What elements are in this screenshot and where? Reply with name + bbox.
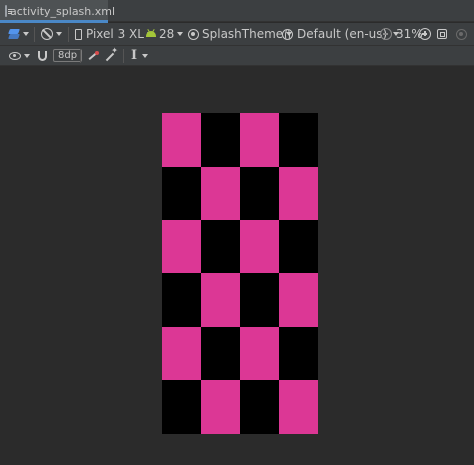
design-surface-icon <box>8 29 20 39</box>
device-label: Pixel 3 XL <box>86 27 144 41</box>
phone-icon <box>75 28 82 40</box>
preview-tile-black <box>240 167 279 220</box>
api-level-selector[interactable]: 28 <box>146 23 184 45</box>
preview-tile-black <box>162 380 201 434</box>
preview-tile-black <box>279 327 318 380</box>
chevron-down-icon <box>177 32 184 36</box>
preview-tile-pink <box>279 380 318 434</box>
globe-icon <box>282 28 293 40</box>
preview-tile-pink <box>279 167 318 220</box>
orientation-button[interactable] <box>41 23 62 45</box>
preview-tile-pink <box>162 220 201 273</box>
layout-editor: activity_splash.xml Pixel 3 XL 28 Splash… <box>0 0 474 465</box>
preview-tile-black <box>162 167 201 220</box>
preview-tile-black <box>279 113 318 167</box>
toolbar-divider <box>68 27 69 42</box>
preview-tile-black <box>162 273 201 327</box>
zoom-in-button[interactable] <box>419 23 431 45</box>
preview-tile-black <box>240 380 279 434</box>
preview-tile-pink <box>201 380 240 434</box>
android-icon <box>146 31 156 37</box>
preview-tile-pink <box>279 273 318 327</box>
design-surface-button[interactable] <box>8 23 29 45</box>
preview-tile-pink <box>201 167 240 220</box>
tab-title: activity_splash.xml <box>10 4 116 18</box>
preview-tile-pink <box>240 113 279 167</box>
toolbar-divider <box>123 49 124 63</box>
clear-constraints-button[interactable] <box>87 46 99 65</box>
view-options-button[interactable] <box>9 46 30 65</box>
preview-tile-pink <box>162 327 201 380</box>
constraint-toolbar: 8dp I <box>0 46 474 66</box>
design-toolbar: Pixel 3 XL 28 SplashTheme Default (en-us… <box>0 23 474 46</box>
no-rotate-icon <box>41 28 53 40</box>
refresh-button[interactable] <box>456 23 467 45</box>
infer-constraints-button[interactable] <box>104 46 118 65</box>
eye-icon <box>9 51 21 60</box>
device-selector[interactable]: Pixel 3 XL <box>75 23 153 45</box>
zoom-in-icon <box>419 28 431 40</box>
api-level-label: 28 <box>159 27 175 41</box>
preview-tile-black <box>201 113 240 167</box>
clear-constraints-icon <box>87 50 99 62</box>
magnet-icon <box>38 50 47 61</box>
text-cursor-icon: I <box>131 48 138 63</box>
zoom-out-button[interactable] <box>380 23 392 45</box>
theme-icon <box>188 28 199 40</box>
zoom-fit-button[interactable] <box>437 23 447 45</box>
preview-tile-black <box>201 327 240 380</box>
refresh-icon <box>456 28 467 40</box>
editor-tab-bar: activity_splash.xml <box>0 0 474 23</box>
preview-tile-black <box>279 220 318 273</box>
default-margin-button[interactable]: 8dp <box>53 46 83 65</box>
preview-tile-black <box>201 220 240 273</box>
margin-value: 8dp <box>53 49 83 62</box>
preview-tile-pink <box>162 113 201 167</box>
chevron-down-icon <box>23 32 29 36</box>
xml-file-icon <box>5 5 12 17</box>
preview-tile-black <box>240 273 279 327</box>
preview-tile-pink <box>240 220 279 273</box>
preview-tile-pink <box>240 327 279 380</box>
magic-wand-icon <box>104 46 118 62</box>
chevron-down-icon <box>24 53 30 58</box>
tab-activity-splash[interactable]: activity_splash.xml <box>0 0 115 23</box>
guidelines-button[interactable]: I <box>131 46 149 65</box>
chevron-down-icon <box>56 32 62 36</box>
splash-preview[interactable] <box>162 113 318 434</box>
zoom-fit-icon <box>437 29 447 39</box>
toolbar-divider <box>80 49 81 63</box>
theme-label: SplashTheme <box>202 27 284 41</box>
chevron-down-icon <box>142 53 149 58</box>
toolbar-divider <box>34 27 35 42</box>
preview-tile-pink <box>201 273 240 327</box>
autoconnect-toggle[interactable] <box>38 46 47 65</box>
zoom-out-icon <box>380 28 392 40</box>
locale-label: Default (en-us) <box>297 27 388 41</box>
theme-selector[interactable]: SplashTheme <box>188 23 293 45</box>
